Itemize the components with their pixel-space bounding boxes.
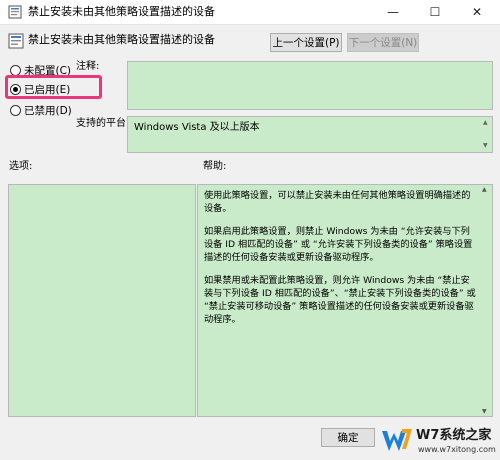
scroll-down-icon[interactable]: ▼	[483, 143, 488, 149]
supported-on-scrollbar[interactable]: ▲ ▼	[482, 118, 491, 151]
watermark-url: www.w7xitong.com	[418, 445, 496, 454]
help-scrollbar[interactable]: ▲ ▼	[481, 186, 491, 415]
minimize-button[interactable]: —	[372, 0, 414, 24]
options-label: 选项:	[9, 161, 33, 172]
scroll-up-icon[interactable]: ▲	[482, 186, 487, 193]
policy-settings-icon	[8, 33, 24, 49]
radio-disabled[interactable]: 已禁用(D)	[10, 103, 72, 119]
radio-label: 已禁用(D)	[24, 105, 72, 117]
scroll-up-icon[interactable]: ▲	[483, 120, 488, 126]
site-watermark: W7系统之家 www.w7xitong.com	[380, 423, 498, 458]
policy-settings-icon	[8, 5, 22, 19]
previous-setting-button[interactable]: 上一个设置(P)	[270, 33, 342, 52]
setting-title: 禁止安装未由其他策略设置描述的设备	[28, 33, 215, 46]
ok-button[interactable]: 确定	[321, 428, 375, 447]
help-paragraph: 使用此策略设置，可以禁止安装未由任何其他策略设置明确描述的设备。	[204, 190, 471, 214]
help-label: 帮助:	[203, 161, 227, 172]
watermark-text: W7系统之家	[416, 428, 492, 443]
comment-textarea[interactable]	[127, 61, 493, 110]
help-paragraph: 如果启用此策略设置，则禁止 Windows 为未由 “允许安装与下列设备 ID …	[204, 226, 473, 263]
scroll-down-icon[interactable]: ▼	[482, 408, 487, 415]
comment-label: 注释:	[76, 61, 100, 72]
supported-on-field: Windows Vista 及以上版本 ▲ ▼	[127, 116, 493, 153]
title-bar: 禁止安装未由其他策略设置描述的设备 — ☐ ✕	[0, 0, 500, 25]
window-title: 禁止安装未由其他策略设置描述的设备	[28, 5, 215, 18]
help-text: 使用此策略设置，可以禁止安装未由任何其他策略设置明确描述的设备。 如果启用此策略…	[204, 189, 476, 336]
supported-on-label: 支持的平台:	[76, 118, 130, 129]
options-pane	[8, 184, 196, 417]
next-setting-button[interactable]: 下一个设置(N)	[347, 33, 419, 52]
radio-circle[interactable]	[10, 105, 21, 116]
close-button[interactable]: ✕	[456, 0, 498, 24]
supported-on-value: Windows Vista 及以上版本	[134, 122, 260, 133]
maximize-button[interactable]: ☐	[414, 0, 456, 24]
help-pane: 使用此策略设置，可以禁止安装未由任何其他策略设置明确描述的设备。 如果启用此策略…	[197, 184, 493, 417]
annotation-highlight-box	[5, 75, 102, 99]
w7-logo-icon	[382, 429, 412, 451]
help-paragraph: 如果禁用或未配置此策略设置，则允许 Windows 为未由 “禁止安装与下列设备…	[204, 275, 476, 325]
